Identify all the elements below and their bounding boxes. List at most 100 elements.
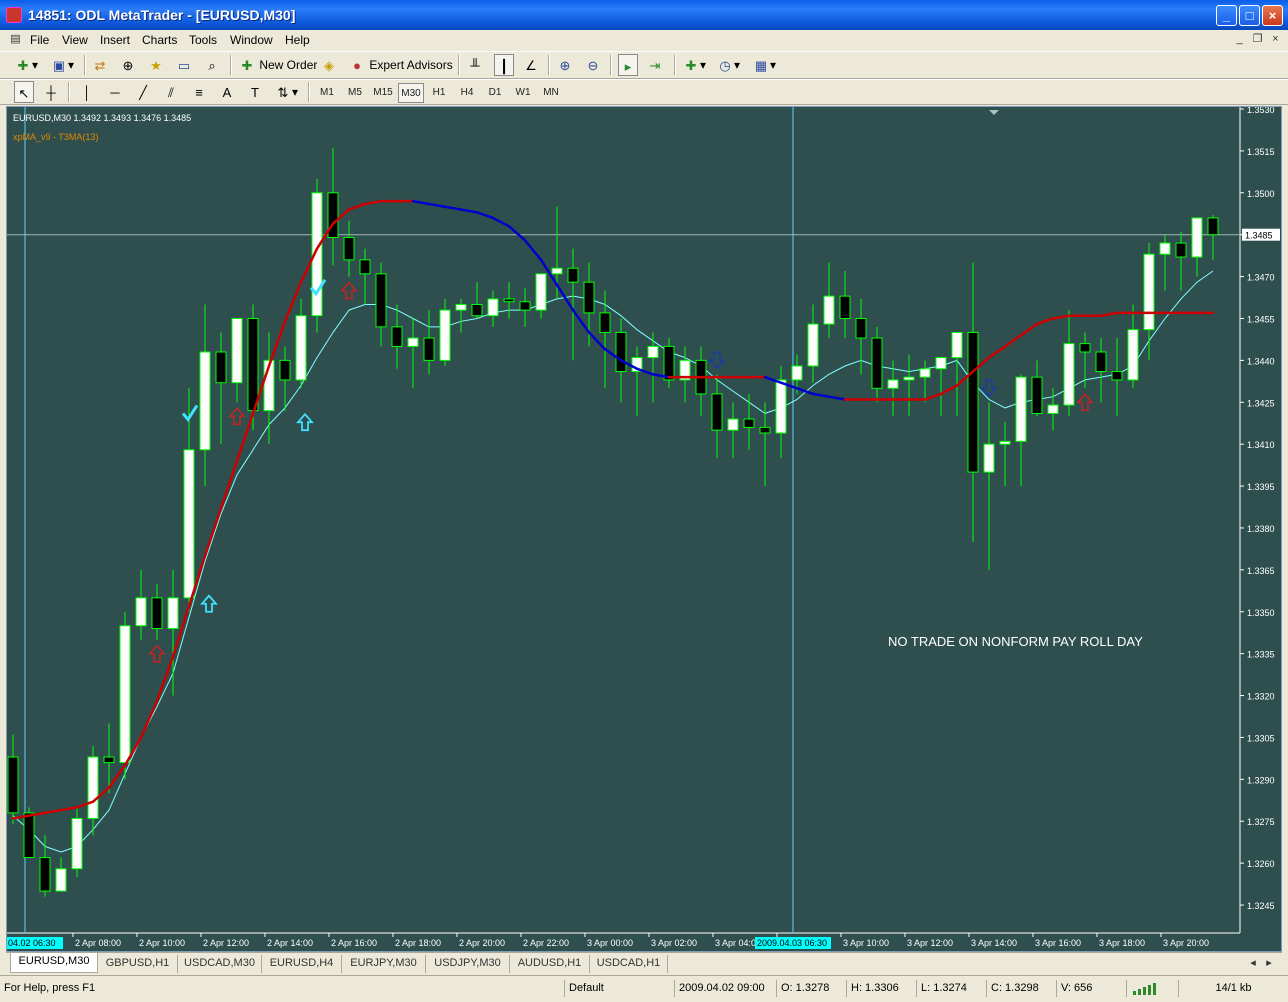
t3ma-segment bbox=[411, 199, 431, 206]
terminal-button[interactable]: ▭ bbox=[175, 54, 193, 76]
templates-button[interactable]: ▦ ▾ bbox=[752, 54, 776, 76]
crosshair-button[interactable]: ┼ bbox=[42, 81, 60, 103]
bear-candle bbox=[1079, 343, 1091, 353]
menu-insert[interactable]: Insert bbox=[100, 33, 130, 47]
price-label: 1.3335 bbox=[1247, 650, 1275, 660]
horizontal-line-icon: ─ bbox=[110, 84, 120, 100]
tab-scroll-left-icon[interactable]: ◂ bbox=[1246, 955, 1260, 973]
new-chart-button[interactable]: ✚ ▾ bbox=[14, 54, 38, 76]
strategy-tester-button[interactable]: ⌕ bbox=[203, 54, 221, 76]
expert-advisors-button[interactable]: ● Expert Advisors bbox=[348, 54, 453, 76]
tf-m5[interactable]: M5 bbox=[342, 83, 368, 103]
chart-window[interactable]: 1.3530 1.3515 1.3500 1.3485 1.3470 1.3455 1.34… bbox=[6, 106, 1282, 952]
tab-scroll-right-icon[interactable]: ▸ bbox=[1262, 955, 1276, 973]
text-button[interactable]: A bbox=[218, 81, 236, 103]
horizontal-line-button[interactable]: ─ bbox=[106, 81, 124, 103]
tab-gbpusd-h1[interactable]: GBPUSD,H1 bbox=[98, 955, 178, 973]
t3ma-segment bbox=[427, 202, 447, 209]
cursor-button[interactable]: ↖ bbox=[14, 81, 34, 103]
status-help: For Help, press F1 bbox=[4, 982, 96, 994]
fibonacci-icon: ≡ bbox=[195, 84, 203, 100]
data-window-button[interactable]: ⊕ bbox=[119, 54, 137, 76]
title-bar[interactable]: 14851: ODL MetaTrader - [EURUSD,M30] _ □… bbox=[0, 0, 1288, 30]
tab-eurusd-m30[interactable]: EURUSD,M30 bbox=[10, 953, 98, 973]
bear-candle bbox=[7, 756, 19, 814]
periods-button[interactable]: ◷ ▾ bbox=[716, 54, 740, 76]
tf-w1[interactable]: W1 bbox=[510, 83, 536, 103]
price-label: 1.3290 bbox=[1247, 775, 1275, 785]
tab-eurjpy-m30[interactable]: EURJPY,M30 bbox=[342, 955, 426, 973]
tf-h4[interactable]: H4 bbox=[454, 83, 480, 103]
fibonacci-button[interactable]: ≡ bbox=[190, 81, 208, 103]
tf-h1[interactable]: H1 bbox=[426, 83, 452, 103]
text-label-button[interactable]: T bbox=[246, 81, 264, 103]
price-label: 1.3515 bbox=[1247, 147, 1275, 157]
t3ma-segment bbox=[1035, 317, 1055, 326]
t3ma-segment bbox=[1019, 322, 1039, 337]
indicators-button[interactable]: ✚ ▾ bbox=[682, 54, 706, 76]
mdi-restore-icon[interactable]: ❐ bbox=[1250, 32, 1265, 47]
menu-file[interactable]: File bbox=[30, 33, 49, 47]
bull-candle bbox=[55, 868, 67, 892]
arrows-button[interactable]: ⇅ ▾ bbox=[274, 81, 298, 103]
menu-help[interactable]: Help bbox=[285, 33, 310, 47]
tf-m30[interactable]: M30 bbox=[398, 83, 424, 103]
status-volume: V: 656 bbox=[1056, 980, 1124, 997]
bear-candle bbox=[1207, 217, 1219, 236]
status-datetime: 2009.04.02 09:00 bbox=[674, 980, 772, 997]
tf-m15[interactable]: M15 bbox=[370, 83, 396, 103]
tf-m1[interactable]: M1 bbox=[314, 83, 340, 103]
bear-candle bbox=[743, 418, 755, 428]
maximize-button[interactable]: □ bbox=[1239, 5, 1260, 26]
mdi-close-icon[interactable]: × bbox=[1268, 32, 1283, 47]
vertical-line-button[interactable]: │ bbox=[78, 81, 96, 103]
bar-chart-button[interactable]: ╨ bbox=[466, 54, 484, 76]
navigator-button[interactable]: ★ bbox=[147, 54, 165, 76]
tab-eurusd-h4[interactable]: EURUSD,H4 bbox=[262, 955, 342, 973]
app-icon[interactable] bbox=[6, 7, 22, 23]
menu-window[interactable]: Window bbox=[230, 33, 273, 47]
bull-candle bbox=[183, 449, 195, 599]
bear-candle bbox=[343, 236, 355, 261]
price-label: 1.3260 bbox=[1247, 859, 1275, 869]
line-chart-button[interactable]: ∠ bbox=[522, 54, 540, 76]
new-chart-icon: ✚ bbox=[17, 57, 29, 73]
menu-tools[interactable]: Tools bbox=[189, 33, 217, 47]
t3ma-segment bbox=[1099, 311, 1119, 317]
new-order-icon: ✚ bbox=[241, 57, 253, 73]
t3ma-segment bbox=[587, 331, 607, 351]
t3ma-segment bbox=[347, 202, 367, 211]
zoom-out-button[interactable]: ⊖ bbox=[584, 54, 602, 76]
trendline-button[interactable]: ╱ bbox=[134, 81, 152, 103]
chart-shift-button[interactable]: ⇥ bbox=[646, 54, 664, 76]
zoom-in-button[interactable]: ⊕ bbox=[556, 54, 574, 76]
t3ma-segment bbox=[491, 216, 511, 228]
tab-usdcad-h1[interactable]: USDCAD,H1 bbox=[590, 955, 668, 973]
metaeditor-button[interactable]: ◈ bbox=[320, 54, 338, 76]
profiles-button[interactable]: ▣ ▾ bbox=[50, 54, 74, 76]
tf-d1[interactable]: D1 bbox=[482, 83, 508, 103]
minimize-button[interactable]: _ bbox=[1216, 5, 1237, 26]
equidistant-channel-button[interactable]: ⫽ bbox=[162, 81, 180, 103]
t3ma-segment bbox=[59, 806, 79, 812]
clock-icon: ◷ bbox=[719, 57, 731, 73]
crosshair-icon: ┼ bbox=[46, 84, 56, 100]
close-button[interactable]: × bbox=[1262, 5, 1283, 26]
menu-charts[interactable]: Charts bbox=[142, 33, 177, 47]
menu-view[interactable]: View bbox=[62, 33, 88, 47]
document-icon[interactable]: ▤ bbox=[8, 32, 23, 47]
tab-usdcad-m30[interactable]: USDCAD,M30 bbox=[178, 955, 262, 973]
new-order-button[interactable]: ✚ New Order bbox=[238, 54, 318, 76]
mdi-minimize-icon[interactable]: _ bbox=[1232, 32, 1247, 47]
t3ma-segment bbox=[203, 507, 223, 558]
autoscroll-button[interactable]: ▸ bbox=[618, 54, 638, 76]
time-label: 3 Apr 04:00 bbox=[715, 938, 761, 948]
tab-audusd-h1[interactable]: AUDUSD,H1 bbox=[510, 955, 590, 973]
tab-usdjpy-m30[interactable]: USDJPY,M30 bbox=[426, 955, 510, 973]
market-watch-button[interactable]: ⇄ bbox=[91, 54, 109, 76]
candlestick-button[interactable]: ┃ bbox=[494, 54, 514, 76]
price-chart[interactable]: 1.3530 1.3515 1.3500 1.3485 1.3470 1.3455 1.34… bbox=[7, 107, 1282, 952]
time-label: 3 Apr 16:00 bbox=[1035, 938, 1081, 948]
bull-candle bbox=[775, 379, 787, 434]
tf-mn[interactable]: MN bbox=[538, 83, 564, 103]
